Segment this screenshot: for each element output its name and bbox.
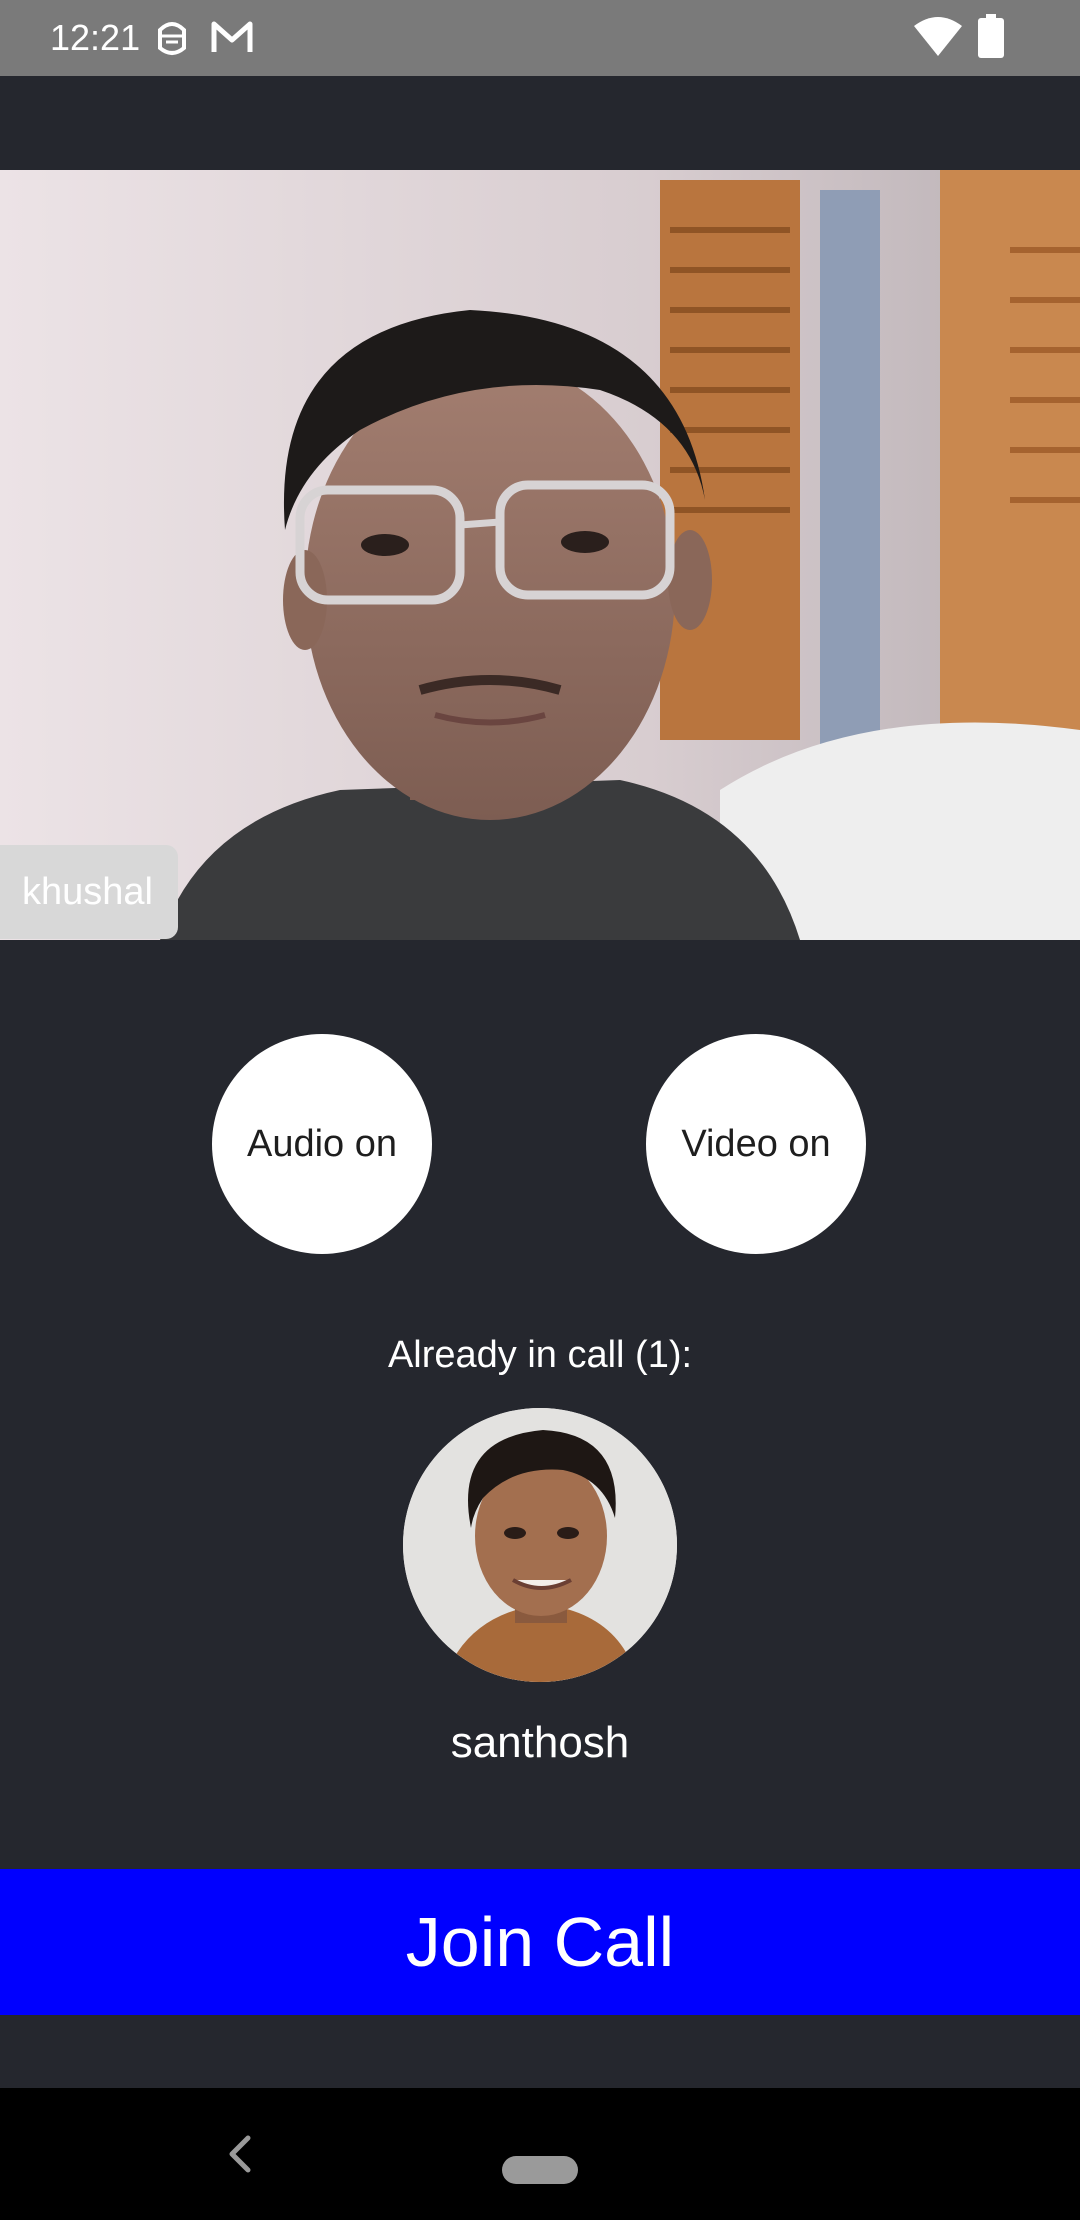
local-video-preview <box>0 170 1080 940</box>
already-in-call-heading: Already in call (1): <box>387 1334 693 1376</box>
participant-name: santhosh <box>450 1718 630 1767</box>
home-pill-button[interactable] <box>502 2156 578 2184</box>
participant-avatar <box>403 1408 677 1682</box>
status-bar: 12:21 <box>0 0 1080 76</box>
status-time: 12:21 <box>50 17 141 58</box>
back-chevron-icon[interactable] <box>222 2132 258 2176</box>
battery-icon <box>978 14 1004 58</box>
join-call-button[interactable]: Join Call <box>0 1869 1080 2015</box>
camera-feed-image <box>0 170 1080 940</box>
notification-app-icon <box>158 22 186 55</box>
app-header-space <box>0 76 1080 170</box>
video-toggle-button[interactable]: Video on <box>646 1034 866 1254</box>
participant-photo <box>403 1408 677 1682</box>
audio-toggle-button[interactable]: Audio on <box>212 1034 432 1254</box>
wifi-icon <box>914 17 962 56</box>
gmail-icon <box>211 21 253 52</box>
system-navigation-bar <box>0 2088 1080 2220</box>
local-participant-name-tag: khushal <box>0 845 178 939</box>
